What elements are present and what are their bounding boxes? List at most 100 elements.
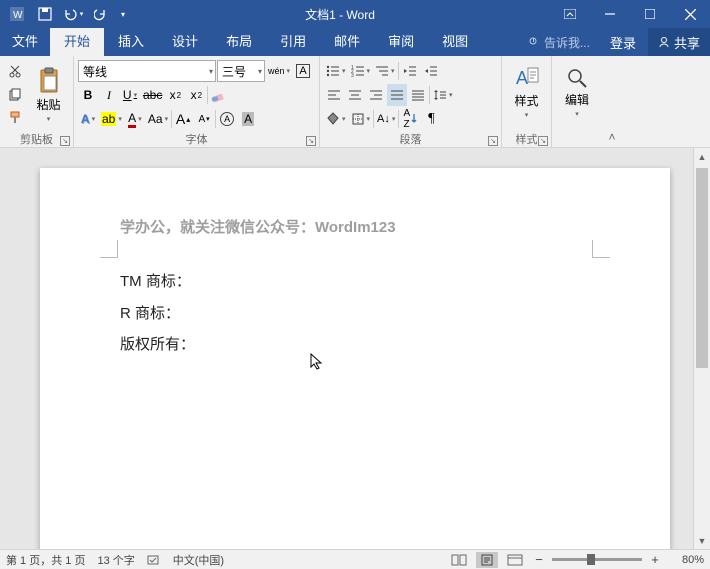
numbering-button[interactable]: 123▾ xyxy=(349,60,373,82)
clear-formatting-icon[interactable] xyxy=(209,84,229,106)
borders-button[interactable]: ▾ xyxy=(349,108,373,130)
tab-file[interactable]: 文件 xyxy=(0,28,50,56)
doc-line[interactable]: TM 商标： xyxy=(120,266,590,298)
character-border-icon[interactable]: A xyxy=(293,60,313,82)
tab-insert[interactable]: 插入 xyxy=(104,28,158,56)
close-icon[interactable] xyxy=(670,0,710,28)
maximize-icon[interactable] xyxy=(630,0,670,28)
align-right-button[interactable] xyxy=(366,84,386,106)
align-center-button[interactable] xyxy=(345,84,365,106)
web-layout-icon[interactable] xyxy=(504,552,526,568)
vertical-scrollbar[interactable]: ▲ ▼ xyxy=(693,148,710,549)
login-link[interactable]: 登录 xyxy=(598,33,648,52)
superscript-button[interactable]: x2 xyxy=(186,84,206,106)
group-clipboard: 粘贴 ▾ 剪贴板 ↘ xyxy=(0,56,74,147)
increase-indent-button[interactable] xyxy=(421,60,441,82)
format-painter-icon[interactable] xyxy=(4,106,26,128)
collapse-ribbon-icon[interactable]: ˄ xyxy=(602,56,622,147)
editing-button[interactable]: 编辑 ▾ xyxy=(554,58,600,126)
tab-references[interactable]: 引用 xyxy=(266,28,320,56)
font-launcher-icon[interactable]: ↘ xyxy=(306,136,316,146)
doc-line[interactable]: R 商标： xyxy=(120,298,590,330)
strikethrough-button[interactable]: abc xyxy=(141,84,164,106)
ribbon-display-options-icon[interactable] xyxy=(550,0,590,28)
character-shading-icon[interactable]: A xyxy=(238,108,258,130)
scroll-down-icon[interactable]: ▼ xyxy=(694,532,710,549)
tab-layout[interactable]: 布局 xyxy=(212,28,266,56)
styles-launcher-icon[interactable]: ↘ xyxy=(538,136,548,146)
tab-home[interactable]: 开始 xyxy=(50,28,104,56)
clipboard-group-label: 剪贴板 xyxy=(20,131,53,147)
scroll-thumb[interactable] xyxy=(696,168,708,368)
decrease-indent-button[interactable] xyxy=(400,60,420,82)
zoom-level[interactable]: 80% xyxy=(668,554,704,566)
ribbon: 粘贴 ▾ 剪贴板 ↘ 等线▾ 三号▾ wén▾ A B I U▾ abc x2 x… xyxy=(0,56,710,148)
highlight-button[interactable]: ab▾ xyxy=(99,108,124,130)
text-effects-button[interactable]: A▾ xyxy=(78,108,98,130)
clipboard-launcher-icon[interactable]: ↘ xyxy=(60,136,70,146)
svg-text:3: 3 xyxy=(351,73,354,77)
scroll-up-icon[interactable]: ▲ xyxy=(694,148,710,165)
status-page[interactable]: 第 1 页，共 1 页 xyxy=(6,552,85,568)
distributed-button[interactable] xyxy=(408,84,428,106)
doc-line[interactable]: 版权所有： xyxy=(120,329,590,361)
italic-button[interactable]: I xyxy=(99,84,119,106)
redo-icon[interactable] xyxy=(88,2,114,26)
zoom-in-button[interactable]: + xyxy=(648,552,662,567)
status-language[interactable]: 中文(中国) xyxy=(173,552,224,568)
title-bar: W ▾ ▾ 文档1 - Word xyxy=(0,0,710,28)
zoom-slider-thumb[interactable] xyxy=(587,554,595,565)
tab-mailings[interactable]: 邮件 xyxy=(320,28,374,56)
group-font: 等线▾ 三号▾ wén▾ A B I U▾ abc x2 x2 A▾ ab▾ A… xyxy=(74,56,320,147)
cut-icon[interactable] xyxy=(4,60,26,82)
document-content[interactable]: TM 商标： R 商标： 版权所有： xyxy=(120,266,590,361)
phonetic-guide-icon[interactable]: wén▾ xyxy=(266,60,292,82)
status-bar: 第 1 页，共 1 页 13 个字 中文(中国) − + 80% xyxy=(0,549,710,569)
group-paragraph: ▾ 123▾ ▾ ▾ ▾ ▾ A↓▾ xyxy=(320,56,502,147)
page-header-text: 学办公，就关注微信公众号：WordIm123 xyxy=(120,216,590,237)
asian-layout-button[interactable]: A↓▾ xyxy=(375,108,397,130)
tell-me-placeholder: 告诉我... xyxy=(544,34,590,51)
shading-button[interactable]: ▾ xyxy=(324,108,348,130)
svg-text:A: A xyxy=(516,68,528,88)
read-mode-icon[interactable] xyxy=(448,552,470,568)
shrink-font-button[interactable]: A▾ xyxy=(194,108,214,130)
status-words[interactable]: 13 个字 xyxy=(97,552,134,568)
undo-icon[interactable]: ▾ xyxy=(60,2,86,26)
word-app-icon[interactable]: W xyxy=(4,2,30,26)
tab-view[interactable]: 视图 xyxy=(428,28,482,56)
multilevel-list-button[interactable]: ▾ xyxy=(373,60,397,82)
paragraph-launcher-icon[interactable]: ↘ xyxy=(488,136,498,146)
justify-button[interactable] xyxy=(387,84,407,106)
paste-button[interactable]: 粘贴 ▾ xyxy=(28,60,69,128)
tab-review[interactable]: 审阅 xyxy=(374,28,428,56)
tab-design[interactable]: 设计 xyxy=(158,28,212,56)
copy-icon[interactable] xyxy=(4,83,26,105)
grow-font-button[interactable]: A▴ xyxy=(173,108,193,130)
print-layout-icon[interactable] xyxy=(476,552,498,568)
sort-button[interactable]: AZ xyxy=(400,108,420,130)
enclose-characters-icon[interactable]: A xyxy=(217,108,237,130)
bullets-button[interactable]: ▾ xyxy=(324,60,348,82)
styles-button[interactable]: A 样式 ▾ xyxy=(504,58,549,126)
underline-button[interactable]: U▾ xyxy=(120,84,140,106)
font-color-button[interactable]: A▾ xyxy=(125,108,145,130)
subscript-button[interactable]: x2 xyxy=(165,84,185,106)
tell-me-search[interactable]: 告诉我... xyxy=(520,34,598,51)
styles-label: 样式 xyxy=(514,92,538,109)
font-size-combo[interactable]: 三号▾ xyxy=(217,60,265,82)
zoom-slider[interactable] xyxy=(552,558,642,561)
show-marks-button[interactable]: ¶ xyxy=(421,108,441,130)
bold-button[interactable]: B xyxy=(78,84,98,106)
status-proofing-icon[interactable] xyxy=(147,554,161,566)
page[interactable]: 学办公，就关注微信公众号：WordIm123 TM 商标： R 商标： 版权所有… xyxy=(40,168,670,549)
change-case-button[interactable]: Aa▾ xyxy=(146,108,170,130)
share-button[interactable]: 共享 xyxy=(648,28,710,56)
line-spacing-button[interactable]: ▾ xyxy=(431,84,455,106)
font-name-combo[interactable]: 等线▾ xyxy=(78,60,216,82)
zoom-out-button[interactable]: − xyxy=(532,552,546,567)
minimize-icon[interactable] xyxy=(590,0,630,28)
qat-customize-icon[interactable]: ▾ xyxy=(116,2,130,26)
align-left-button[interactable] xyxy=(324,84,344,106)
save-icon[interactable] xyxy=(32,2,58,26)
